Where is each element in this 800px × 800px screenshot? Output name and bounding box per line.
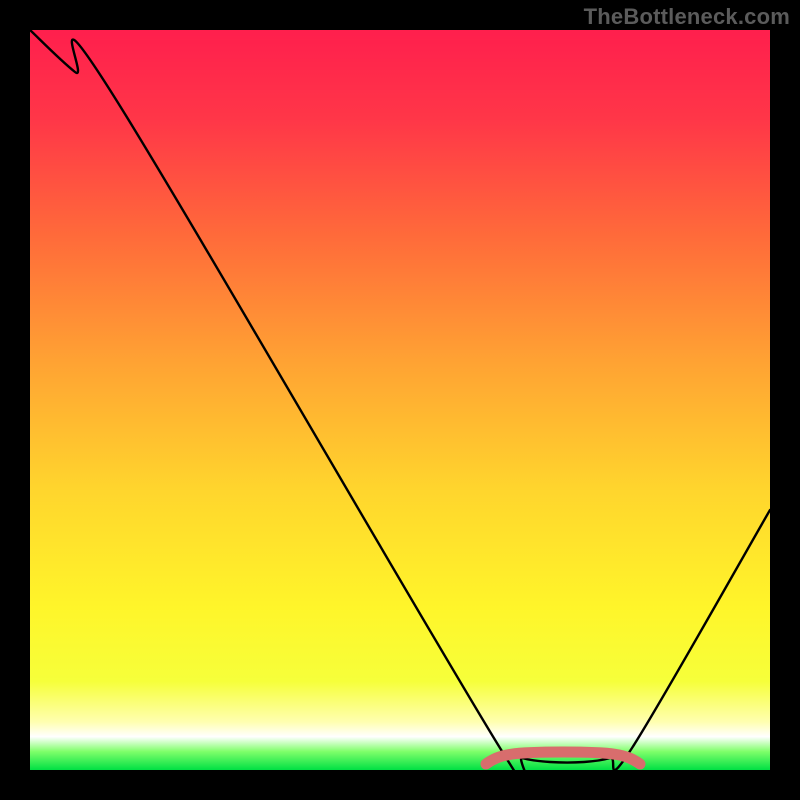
watermark-text: TheBottleneck.com bbox=[584, 4, 790, 30]
plot-svg bbox=[30, 30, 770, 770]
chart-container: TheBottleneck.com bbox=[0, 0, 800, 800]
plot-area bbox=[30, 30, 770, 770]
